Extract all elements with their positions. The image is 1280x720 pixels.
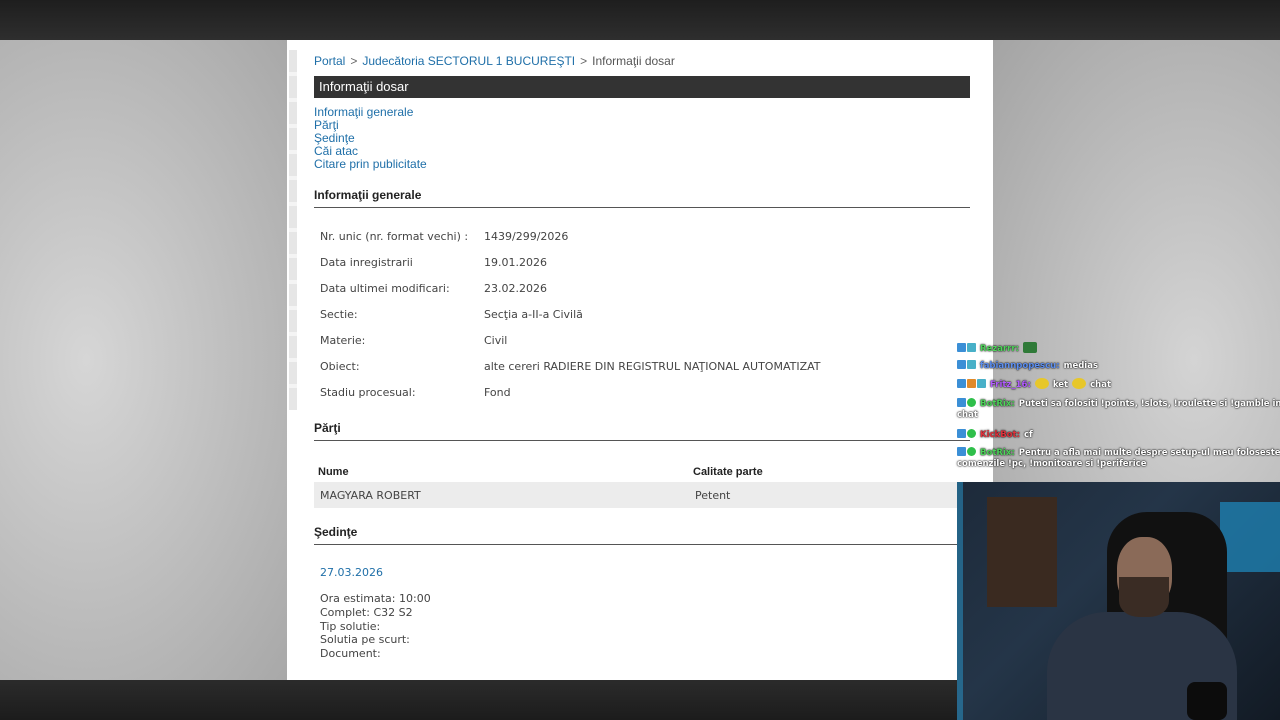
sub-badge-icon	[977, 379, 986, 388]
info-row-nr-unic: Nr. unic (nr. format vechi) : 1439/299/20…	[320, 230, 568, 243]
background-shelf	[987, 497, 1057, 607]
breadcrumb-current: Informaţii dosar	[592, 54, 675, 68]
mod-badge-icon	[957, 429, 966, 438]
info-label: Obiect:	[320, 360, 360, 373]
chat-username[interactable]: KickBot:	[980, 430, 1020, 440]
left-background	[0, 40, 287, 680]
sub-badge-icon	[967, 343, 976, 352]
vip-badge-icon	[967, 379, 976, 388]
info-row-data-inregistrarii: Data inregistrarii 19.01.2026	[320, 256, 547, 269]
info-label: Stadiu procesual:	[320, 386, 416, 399]
sedinta-date-link[interactable]: 27.03.2026	[320, 566, 383, 579]
parti-table-header: Nume Calitate parte	[314, 460, 970, 484]
breadcrumb-separator: >	[350, 54, 358, 68]
chat-message: Rezarrr:	[955, 342, 1280, 355]
info-label: Data ultimei modificari:	[320, 282, 450, 295]
case-info-page: Portal > Judecătoria SECTORUL 1 BUCUREŞTI >…	[287, 40, 993, 680]
sedinte-heading: Şedinţe	[314, 525, 970, 545]
bot-badge-icon	[967, 447, 976, 456]
chat-username[interactable]: BotRix:	[980, 448, 1015, 458]
emote-icon	[1034, 378, 1049, 389]
info-row-data-modificari: Data ultimei modificari: 23.02.2026	[320, 282, 547, 295]
chat-username[interactable]: fabiannpopescu:	[980, 361, 1060, 371]
info-value: 1439/299/2026	[484, 230, 569, 243]
chat-username[interactable]: BotRix:	[980, 399, 1015, 409]
section-nav: Informaţii generale Părţi Şedinţe Căi at…	[314, 106, 427, 171]
cell-nume: MAGYARA ROBERT	[320, 489, 421, 502]
sub-badge-icon	[967, 360, 976, 369]
emote-icon	[1022, 342, 1037, 353]
chat-message: BotRix: Puteti sa folositi !points, !slot…	[955, 398, 1280, 421]
info-value: 19.01.2026	[484, 256, 547, 269]
mod-badge-icon	[957, 447, 966, 456]
left-decoration	[289, 50, 297, 410]
background-monitor	[1220, 502, 1280, 572]
breadcrumb-portal-link[interactable]: Portal	[314, 54, 345, 68]
nav-link-citare[interactable]: Citare prin publicitate	[314, 158, 427, 171]
info-value: alte cereri RADIERE DIN REGISTRUL NAŢION…	[484, 360, 821, 373]
info-row-sectie: Sectie: Secţia a-II-a Civilă	[320, 308, 583, 321]
sedinta-details: Ora estimata: 10:00 Complet: C32 S2 Tip …	[320, 592, 431, 661]
parti-heading: Părţi	[314, 421, 970, 441]
column-header-calitate: Calitate parte	[693, 466, 763, 478]
cell-calitate: Petent	[695, 489, 731, 502]
info-value: 23.02.2026	[484, 282, 547, 295]
mod-badge-icon	[957, 360, 966, 369]
emote-icon	[1072, 378, 1087, 389]
info-label: Nr. unic (nr. format vechi) :	[320, 230, 469, 243]
chat-message: KickBot: cf	[955, 429, 1280, 441]
chat-message: fabiannpopescu: medias	[955, 360, 1280, 372]
mod-badge-icon	[957, 379, 966, 388]
page-title: Informaţii dosar	[314, 76, 970, 98]
column-header-nume: Nume	[318, 466, 349, 478]
chat-message: BotRix: Pentru a afla mai multe despre se…	[955, 447, 1280, 470]
table-row: MAGYARA ROBERT Petent	[314, 482, 970, 508]
breadcrumb-court-link[interactable]: Judecătoria SECTORUL 1 BUCUREŞTI	[362, 54, 575, 68]
sedinta-line: Ora estimata: 10:00	[320, 592, 431, 605]
info-row-materie: Materie: Civil	[320, 334, 507, 347]
chat-username[interactable]: Fritz_16:	[990, 380, 1031, 390]
sedinta-line: Document:	[320, 647, 381, 661]
mod-badge-icon	[957, 398, 966, 407]
breadcrumb-separator: >	[580, 54, 588, 68]
general-heading: Informaţii generale	[314, 188, 970, 208]
info-label: Data inregistrarii	[320, 256, 413, 269]
top-letterbox	[0, 0, 1280, 40]
info-value: Fond	[484, 386, 511, 399]
sedinta-line: Tip solutie:	[320, 619, 381, 633]
info-row-stadiu: Stadiu procesual: Fond	[320, 386, 511, 399]
breadcrumb: Portal > Judecătoria SECTORUL 1 BUCUREŞTI >…	[314, 54, 675, 68]
chat-text: chat	[1090, 380, 1112, 390]
info-row-obiect: Obiect: alte cereri RADIERE DIN REGISTRUL…	[320, 360, 821, 373]
bot-badge-icon	[967, 398, 976, 407]
webcam-overlay	[957, 482, 1280, 720]
chat-text: cf	[1023, 430, 1033, 440]
chat-username[interactable]: Rezarrr:	[980, 344, 1019, 354]
streamer-beard	[1119, 577, 1169, 617]
info-label: Sectie:	[320, 308, 358, 321]
microphone	[1187, 682, 1227, 720]
info-value: Secţia a-II-a Civilă	[484, 308, 583, 321]
led-light	[957, 482, 963, 720]
chat-text: ket	[1052, 380, 1069, 390]
sedinta-line: Complet: C32 S2	[320, 605, 413, 619]
info-label: Materie:	[320, 334, 366, 347]
mod-badge-icon	[957, 343, 966, 352]
bot-badge-icon	[967, 429, 976, 438]
sedinta-line: Solutia pe scurt:	[320, 633, 410, 647]
chat-message: Fritz_16: ket chat	[955, 378, 1280, 391]
info-value: Civil	[484, 334, 508, 347]
chat-text: medias	[1063, 361, 1099, 371]
